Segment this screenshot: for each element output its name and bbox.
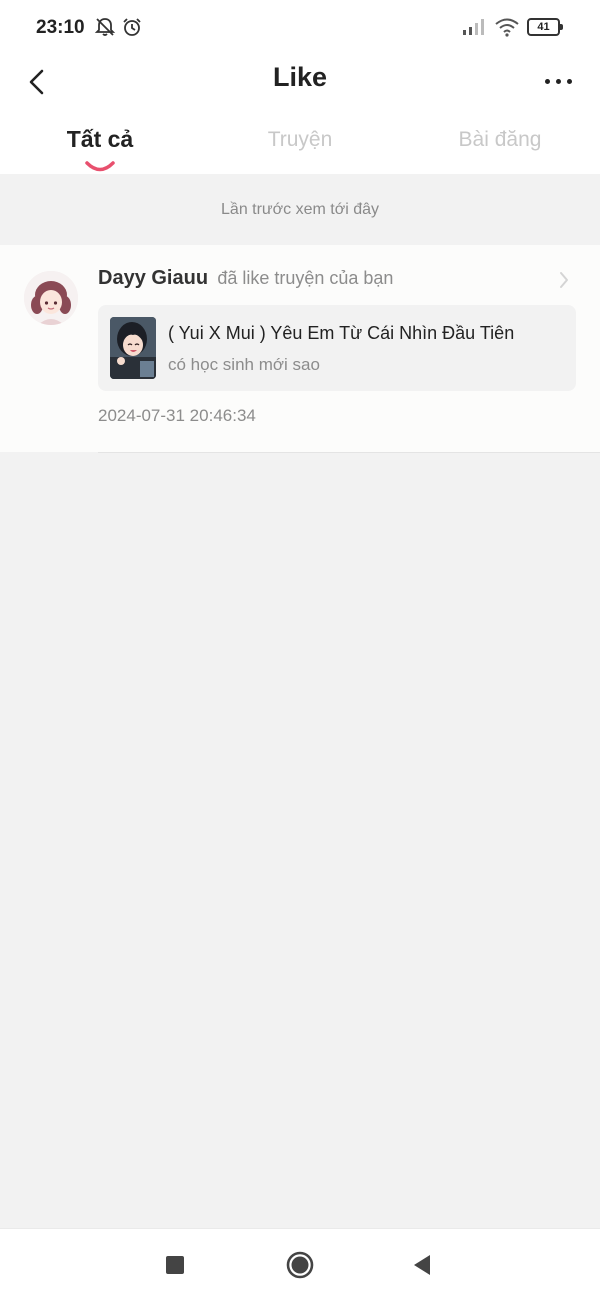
- home-icon: [286, 1251, 314, 1279]
- notification-item[interactable]: Dayy Giauu đã like truyện của bạn ( Yui …: [0, 245, 600, 452]
- story-cover-image: [110, 317, 156, 379]
- notification-action: đã like truyện của bạn: [217, 268, 394, 288]
- story-subtitle: có học sinh mới sao: [168, 355, 320, 374]
- status-bar: 23:10 41: [0, 0, 600, 56]
- system-nav-bar: [0, 1228, 600, 1300]
- notification-username[interactable]: Dayy Giauu: [98, 267, 208, 289]
- alarm-icon: [121, 16, 143, 43]
- recent-apps-icon: [166, 1256, 184, 1274]
- chevron-right-icon[interactable]: [558, 270, 570, 290]
- tab-bar: Tất cả Truyện Bài đăng: [0, 116, 600, 174]
- system-back-button[interactable]: [402, 1247, 442, 1283]
- header: Like: [0, 56, 600, 116]
- status-time: 23:10: [36, 17, 85, 38]
- last-viewed-notice: Lần trước xem tới đây: [0, 174, 600, 244]
- divider: [98, 452, 600, 453]
- home-button[interactable]: [280, 1247, 320, 1283]
- tab-stories[interactable]: Truyện: [200, 128, 400, 152]
- avatar[interactable]: [24, 271, 78, 325]
- more-options-button[interactable]: [536, 66, 580, 96]
- active-tab-indicator: [85, 161, 115, 172]
- more-horizontal-icon: [544, 78, 550, 84]
- story-title: ( Yui X Mui ) Yêu Em Từ Cái Nhìn Đầu Tiê…: [168, 323, 515, 343]
- back-icon: [414, 1255, 430, 1275]
- battery-icon: 41: [527, 18, 563, 36]
- tab-all[interactable]: Tất cả: [0, 126, 200, 153]
- wifi-icon: [494, 17, 520, 42]
- signal-icon: [462, 18, 486, 41]
- tab-posts[interactable]: Bài đăng: [400, 128, 600, 152]
- recent-apps-button[interactable]: [155, 1247, 195, 1283]
- bell-off-icon: [94, 16, 116, 43]
- notification-timestamp: 2024-07-31 20:46:34: [98, 406, 256, 425]
- page-title: Like: [272, 62, 328, 92]
- story-card[interactable]: ( Yui X Mui ) Yêu Em Từ Cái Nhìn Đầu Tiê…: [98, 305, 576, 391]
